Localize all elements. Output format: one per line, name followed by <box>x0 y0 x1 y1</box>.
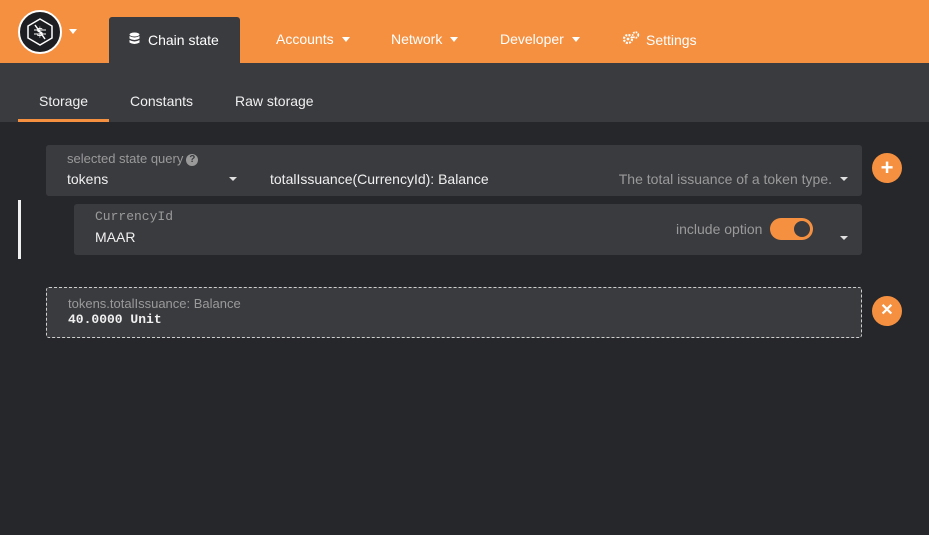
database-icon <box>129 32 140 48</box>
close-icon: ✕ <box>880 302 894 319</box>
remove-query-button[interactable]: ✕ <box>872 296 902 326</box>
nav-chain-state-label: Chain state <box>148 32 219 48</box>
chevron-down-icon <box>840 177 848 181</box>
add-query-button[interactable]: + <box>872 153 902 183</box>
top-navbar: $ Chain state Accounts Network Developer <box>0 0 929 63</box>
section-value: tokens <box>67 171 109 187</box>
param-value[interactable]: MAAR <box>95 229 135 245</box>
nav-network[interactable]: Network <box>391 31 459 47</box>
include-option-toggle[interactable] <box>770 218 813 240</box>
nav-settings[interactable]: Settings <box>622 31 697 48</box>
result-label: tokens.totalIssuance: Balance <box>68 296 241 311</box>
query-result: tokens.totalIssuance: Balance 40.0000 Un… <box>46 287 862 338</box>
sub-tabbar: Storage Constants Raw storage <box>0 63 929 122</box>
nav-network-label: Network <box>391 31 443 47</box>
gears-icon <box>622 31 640 48</box>
logo[interactable]: $ <box>18 10 62 54</box>
chevron-down-icon <box>229 177 237 181</box>
chevron-down-icon[interactable] <box>840 236 848 240</box>
param-label: CurrencyId <box>95 209 174 224</box>
chevron-down-icon <box>341 36 350 42</box>
state-query-selector: selected state query? tokens totalIssuan… <box>46 145 862 196</box>
param-indicator-bar <box>18 200 21 259</box>
method-description: The total issuance of a token type. <box>618 171 832 187</box>
chevron-down-icon <box>571 36 580 42</box>
nav-accounts-label: Accounts <box>276 31 334 47</box>
help-icon[interactable]: ? <box>186 154 199 166</box>
tab-raw-storage[interactable]: Raw storage <box>235 93 314 109</box>
plus-icon: + <box>880 155 894 180</box>
currency-id-param: CurrencyId MAAR include option <box>74 204 862 255</box>
toggle-knob <box>794 221 810 237</box>
chevron-down-icon <box>450 36 459 42</box>
logo-icon: $ <box>27 18 53 46</box>
tab-storage[interactable]: Storage <box>39 93 88 109</box>
svg-text:$: $ <box>36 25 44 39</box>
result-value: 40.0000 Unit <box>68 312 162 327</box>
active-tab-indicator <box>18 119 109 122</box>
state-query-label-text: selected state query <box>67 151 184 166</box>
state-query-label: selected state query? <box>67 151 199 166</box>
chevron-down-icon[interactable] <box>69 29 77 34</box>
tab-constants[interactable]: Constants <box>130 93 193 109</box>
nav-settings-label: Settings <box>646 31 697 48</box>
nav-developer-label: Developer <box>500 31 564 47</box>
include-option-label: include option <box>676 221 763 237</box>
nav-developer[interactable]: Developer <box>500 31 580 47</box>
method-value: totalIssuance(CurrencyId): Balance <box>270 171 489 187</box>
nav-accounts[interactable]: Accounts <box>276 31 350 47</box>
nav-chain-state[interactable]: Chain state <box>109 17 240 63</box>
